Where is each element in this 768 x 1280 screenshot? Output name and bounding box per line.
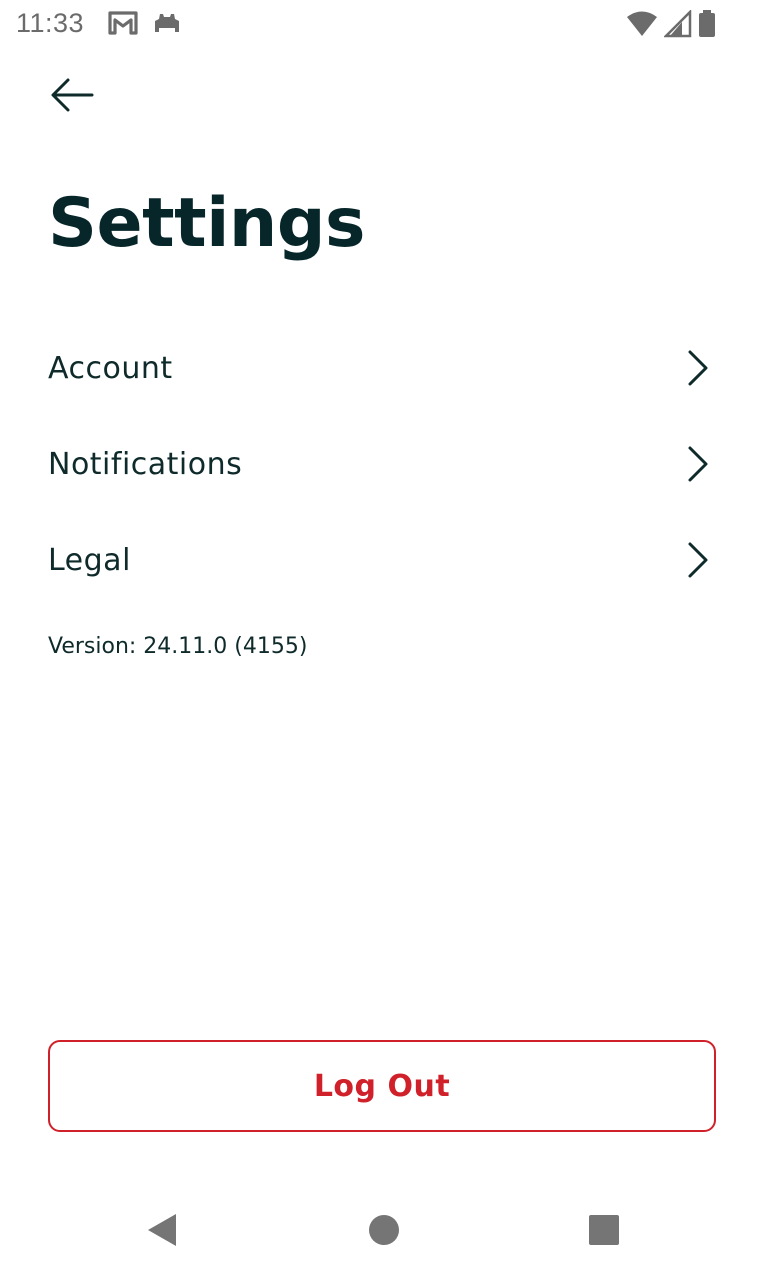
back-triangle-icon — [145, 1212, 179, 1253]
chevron-right-icon — [684, 444, 712, 484]
navigation-bar — [0, 1184, 768, 1280]
gmail-icon — [108, 10, 138, 41]
chevron-right-icon — [684, 540, 712, 580]
arrow-left-icon — [50, 77, 94, 118]
status-bar: 11:33 — [0, 0, 768, 48]
back-button[interactable] — [40, 68, 104, 126]
notification-icons — [108, 10, 182, 41]
wifi-icon — [626, 10, 658, 43]
nav-recents-button[interactable] — [584, 1212, 624, 1252]
settings-menu: Account Notifications Legal — [0, 320, 768, 608]
menu-item-account[interactable]: Account — [0, 320, 768, 416]
cellular-signal-icon — [662, 8, 692, 43]
system-icons — [626, 8, 716, 43]
menu-item-label: Account — [48, 350, 173, 386]
menu-item-label: Legal — [48, 542, 131, 578]
menu-item-legal[interactable]: Legal — [0, 512, 768, 608]
status-time: 11:33 — [16, 8, 85, 38]
page-title: Settings — [48, 184, 365, 263]
version-text: Version: 24.11.0 (4155) — [48, 634, 308, 659]
battery-icon — [698, 10, 716, 43]
home-circle-icon — [368, 1214, 400, 1251]
recents-square-icon — [588, 1214, 620, 1251]
android-debug-icon — [152, 10, 182, 41]
nav-home-button[interactable] — [364, 1212, 404, 1252]
logout-label: Log Out — [313, 1068, 451, 1104]
menu-item-notifications[interactable]: Notifications — [0, 416, 768, 512]
chevron-right-icon — [684, 348, 712, 388]
nav-back-button[interactable] — [142, 1212, 182, 1252]
menu-item-label: Notifications — [48, 446, 243, 482]
logout-button[interactable]: Log Out — [48, 1040, 716, 1132]
